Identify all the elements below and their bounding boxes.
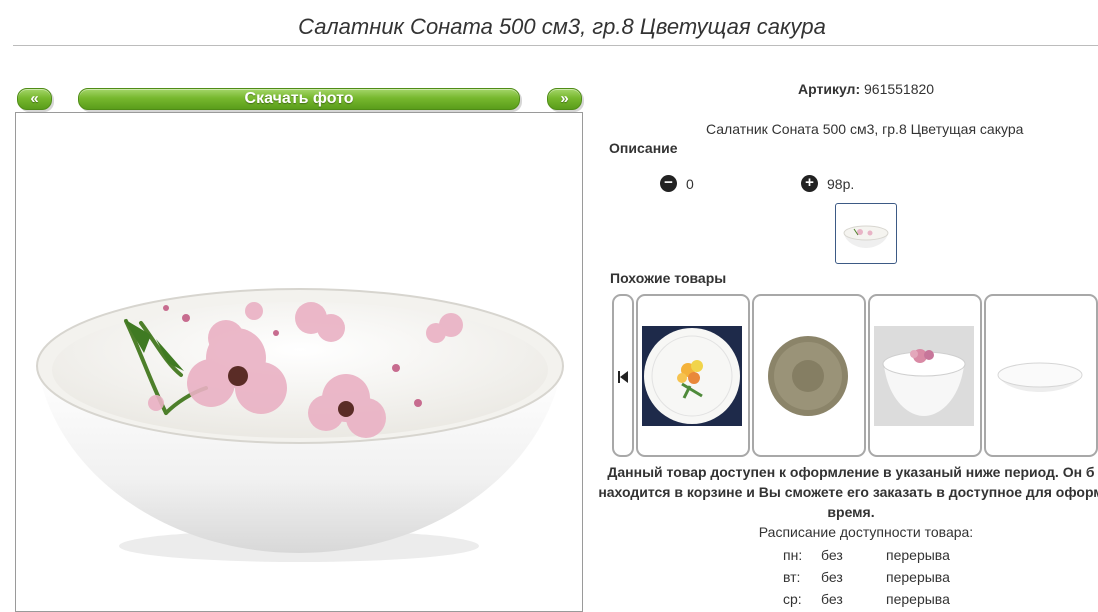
prev-photo-button[interactable]: «	[17, 88, 52, 110]
similar-item-4-image	[997, 362, 1083, 392]
article-label: Артикул:	[798, 81, 861, 97]
schedule-title: Расписание доступности товара:	[758, 524, 974, 540]
schedule-from: без	[821, 591, 843, 607]
schedule-from: без	[821, 547, 843, 563]
download-photo-button[interactable]: Скачать фото	[78, 88, 520, 110]
similar-scroll-first-button[interactable]	[612, 294, 634, 457]
product-thumbnail-image	[843, 225, 889, 248]
availability-notice: Данный товар доступен к оформление в ука…	[586, 462, 1098, 522]
availability-notice-line-2: находится в корзине и Вы сможете его зак…	[598, 484, 1098, 500]
title-divider	[13, 45, 1098, 46]
availability-notice-line-1: Данный товар доступен к оформление в ука…	[607, 464, 1095, 480]
schedule-to: перерыва	[886, 591, 950, 607]
description-label: Описание	[609, 140, 678, 156]
next-photo-button[interactable]: »	[547, 88, 582, 110]
schedule-day: ср:	[783, 591, 802, 607]
schedule-day: вт:	[783, 569, 801, 585]
price-value: 98р.	[827, 176, 855, 192]
schedule-from: без	[821, 569, 843, 585]
similar-item-1[interactable]	[636, 294, 750, 457]
article-row: Артикул: 961551820	[798, 81, 934, 97]
product-name-line: Салатник Соната 500 см3, гр.8 Цветущая с…	[706, 121, 1024, 137]
plus-icon[interactable]: +	[801, 175, 818, 192]
product-thumbnail[interactable]	[835, 203, 897, 264]
page-title: Салатник Соната 500 см3, гр.8 Цветущая с…	[298, 14, 826, 39]
skip-to-start-icon	[618, 371, 628, 383]
similar-item-2[interactable]	[752, 294, 866, 457]
similar-item-4[interactable]	[984, 294, 1098, 457]
availability-notice-line-3: время.	[827, 504, 875, 520]
similar-item-3-image	[874, 326, 974, 426]
minus-icon[interactable]: −	[660, 175, 677, 192]
similar-products-heading: Похожие товары	[610, 270, 727, 286]
schedule-to: перерыва	[886, 569, 950, 585]
similar-item-2-image	[768, 336, 848, 416]
quantity-value: 0	[686, 176, 694, 192]
schedule-day: пн:	[783, 547, 803, 563]
similar-item-1-image	[642, 326, 742, 426]
product-photo-bowl	[36, 288, 564, 562]
product-photo-frame	[15, 112, 583, 612]
similar-item-3[interactable]	[868, 294, 982, 457]
article-value: 961551820	[864, 81, 935, 97]
schedule-to: перерыва	[886, 547, 950, 563]
